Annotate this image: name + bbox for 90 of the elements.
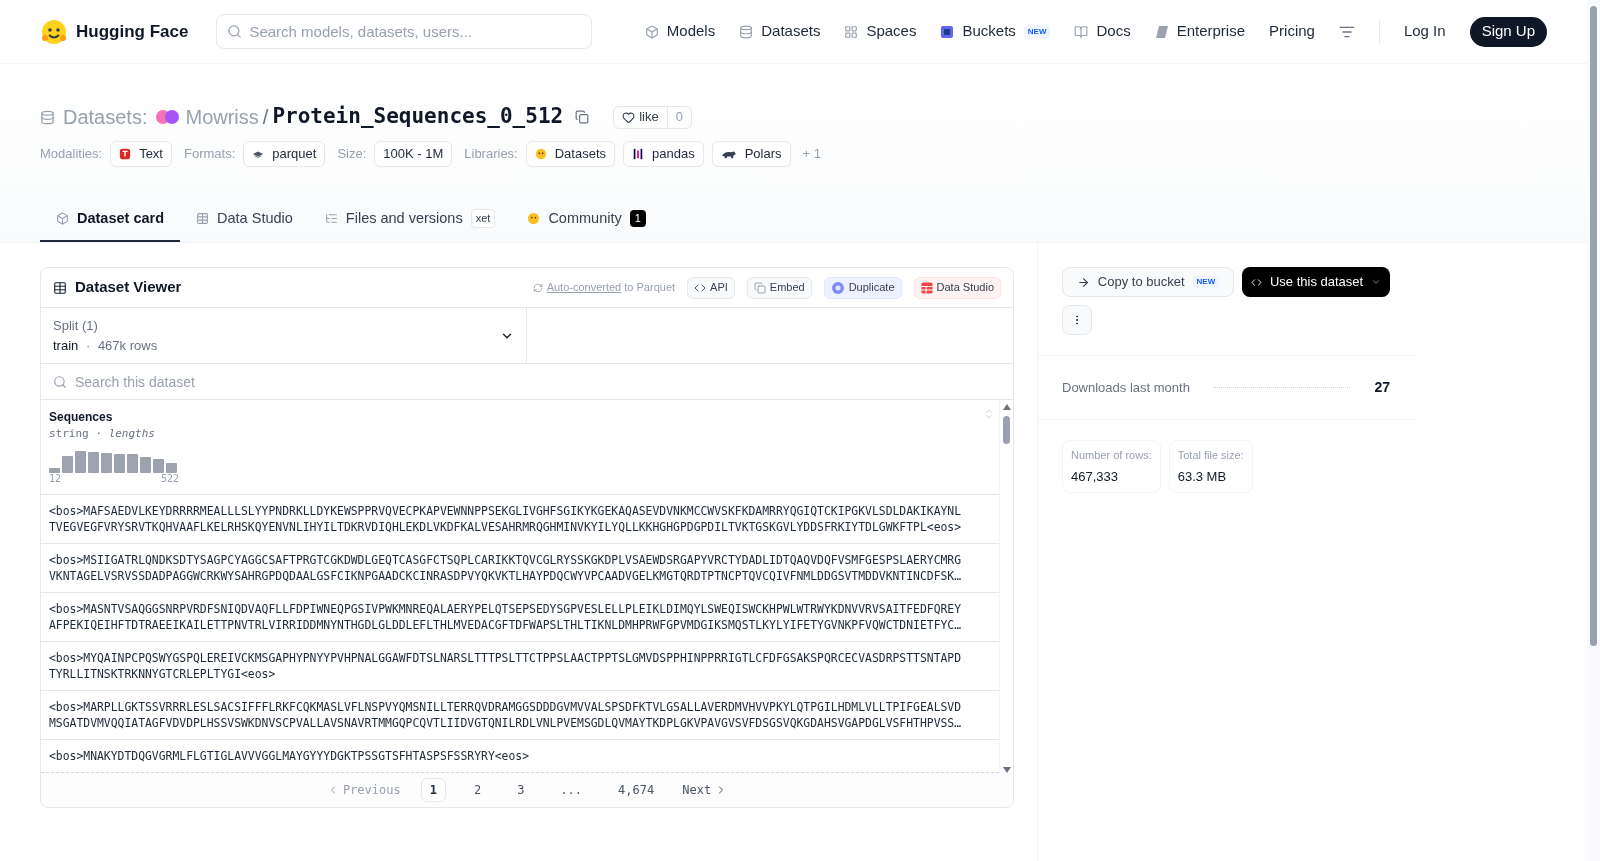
title-prefix: Datasets:: [63, 105, 148, 130]
viewer-action-button[interactable]: API: [687, 276, 735, 299]
like-button[interactable]: like: [614, 107, 667, 127]
bars-icon: [632, 148, 645, 160]
cube-icon: [56, 212, 69, 225]
histogram-min: 12: [49, 472, 62, 485]
downloads-label: Downloads last month: [1062, 378, 1190, 397]
table-icon: [920, 281, 933, 294]
list-icon: [324, 212, 338, 225]
scroll-thumb[interactable]: [1003, 416, 1010, 444]
nav-link[interactable]: Spaces: [844, 20, 917, 43]
avatar-icon: [155, 109, 182, 125]
database-icon: [739, 24, 754, 39]
tag-group-label: Formats:: [184, 145, 236, 164]
heart-icon: [622, 110, 636, 124]
tag[interactable]: pandas: [623, 141, 704, 167]
signup-button[interactable]: Sign Up: [1469, 16, 1547, 47]
cube-icon: [644, 24, 659, 39]
database-icon: [40, 109, 55, 125]
arrow-icon: [1076, 275, 1090, 289]
like-count: 0: [666, 107, 691, 127]
nav-link[interactable]: Buckets NEW: [940, 20, 1051, 43]
stat-card: Total file size: 63.3 MB: [1168, 440, 1253, 493]
copy-icon: [753, 281, 766, 294]
table-icon: [53, 280, 67, 295]
use-dataset-button[interactable]: Use this dataset: [1242, 267, 1390, 297]
path-separator: /: [262, 105, 269, 130]
split-dropdown[interactable]: Split (1) train · 467k rows: [41, 308, 527, 363]
search-icon: [53, 375, 67, 389]
tag[interactable]: 100K - 1M: [374, 141, 453, 167]
tag[interactable]: Datasets: [525, 141, 616, 167]
tab[interactable]: Data Studio: [180, 197, 309, 242]
page-link[interactable]: 3: [509, 779, 533, 801]
nav-link[interactable]: Pricing: [1269, 20, 1315, 43]
nav-link[interactable]: Datasets: [739, 20, 821, 43]
smiley-logo-icon: [40, 17, 68, 46]
tag-group-label: Size:: [337, 145, 367, 164]
smiley-icon: [534, 148, 547, 160]
page-link[interactable]: 2: [465, 779, 490, 801]
book-icon: [1074, 24, 1089, 39]
table-cell: <bos>MYQAINPCPQSWYGSPQLEREIVCKMSGAPHYPNYYPVHPNALGGAWFDTSLNARSLTTTPSLTTCTPPSLAACTPPTSLGMVDSPPHINPPRRIGTLCFDFGSAKSPQRCECVASDRPSTTSNTAPD TYRLLITNSKTRKNNYGTCRLEPLTYGI<eos>: [41, 642, 999, 691]
column-name: Sequences: [49, 409, 113, 426]
table-cell: <bos>MARPLLGKTSSVRRRLESLSACSIFFFLRKFCQKMASLVFLNSPVYQMSNILLTERRQVDRAMGGSDDDGVMVVALSPSDFKTVLGSALLAVERDMVHVVPKYLQTPGILHDMLVLLTPIFGEALSVD MSGATDVMVQQIATAGFVDVDPLHSSVSWKDNVSCPVALLAVSNAVRTMMGQPCQVTLIIDVGTQNILRDLVNLPVEMSGDLQVMAYTKDPLGKVPAVGVSVFDSGSVQKGDAHSVGAPDGLVSFHTHPVSS…: [41, 691, 999, 740]
histogram-max: 522: [160, 472, 179, 485]
viewer-action-button[interactable]: Duplicate: [823, 276, 902, 299]
tag-group-label: Libraries:: [464, 145, 518, 164]
caret-icon: [1371, 277, 1382, 287]
circle-icon: [830, 280, 845, 295]
next-link[interactable]: Next: [682, 781, 728, 799]
scroll-up-icon[interactable]: [1002, 404, 1011, 410]
tag[interactable]: Polars: [711, 141, 791, 167]
code-icon: [1250, 276, 1262, 288]
copy-to-bucket-button[interactable]: Copy to bucket NEW: [1062, 267, 1235, 297]
text-icon: [119, 148, 132, 160]
table-icon: [196, 212, 210, 225]
page-link[interactable]: 4,674: [610, 779, 663, 801]
login-link[interactable]: Log In: [1403, 20, 1446, 43]
stat-card: Number of rows: 467,333: [1062, 440, 1161, 493]
table-cell: <bos>MASNTVSAQGGSNRPVRDFSNIQDVAQFLLFDPIWNEQPGSIVPWKMNREQALAERYPELQTSEPSEDYSGPVESLELLPLEIKLDIMQYLSWEQISWCKHPWLWTRWYKDNVVRVSAITFEDFQREY AFPEKIQEIHFTDTRAEEIKAILETTPNVTRLVIRRIDDMNYNTHGDLGLDDLEFLTHLMVEDACGFTDFWAPSLTHLTIKNLDMHPRWFGPVMDGIKSMQSTLKYLYIFETYGVNKPFVQWCTDNIETFYC…: [41, 593, 999, 642]
smiley-icon: [527, 212, 541, 225]
table-cell: <bos>MAFSAEDVLKEYDRRRRMEALLLSLYYPNDRKLLDYKEWSPPRVQVECPKAPVEWNNPPSEKGLIVGHFSGIKYKGEKAQASEVDVNKMCCWVSKFKDAMRRYQGIQTCKIPGKVLSDLDAKIKAYNL TVEGVEGFVRYSRVTKQHVAAFLKELRHSKQYENVNLIHYILTDKRVDIQHLEKDLVKDFKALVESAHRMRQGHMINVKYILYQLLKKHGHGPDGPDILTVKTGSKGVLYDDSFRKIYTDLGWKFTPL<eos>: [41, 495, 999, 544]
search-field[interactable]: Search models, datasets, users...: [216, 14, 593, 49]
tab[interactable]: Dataset card: [40, 197, 181, 242]
tag-group-label: Modalities:: [40, 145, 103, 164]
dataset-search-field[interactable]: Search this dataset: [41, 364, 1013, 400]
page-link[interactable]: 1: [420, 778, 446, 802]
tag[interactable]: parquet: [243, 141, 326, 167]
brand-name[interactable]: Hugging Face: [76, 18, 189, 45]
tab[interactable]: Files and versions xet: [308, 197, 512, 242]
refresh-icon: [532, 282, 543, 293]
downloads-value: 27: [1374, 378, 1390, 397]
viewer-action-button[interactable]: Data Studio: [913, 276, 1001, 299]
viewer-title: Dataset Viewer: [75, 277, 182, 298]
viewer-action-button[interactable]: Embed: [746, 276, 812, 299]
tag[interactable]: Text: [110, 141, 172, 167]
square-icon: [940, 24, 955, 39]
search-icon: [227, 24, 243, 39]
copy-icon[interactable]: [575, 110, 590, 124]
page-link[interactable]: ...: [552, 779, 591, 801]
grid-icon: [844, 24, 859, 39]
nav-link[interactable]: Docs: [1074, 20, 1131, 43]
page-scroll-thumb[interactable]: [1590, 6, 1597, 646]
table-cell: <bos>MNAKYDTDQGVGRMLFLGTIGLAVVVGGLMAYGYYYDGKTPSSGTSFHTASPSFSSRYRY<eos>: [41, 740, 999, 773]
nav-link[interactable]: Enterprise: [1154, 20, 1246, 43]
dataset-name: Protein_Sequences_0_512: [272, 103, 564, 131]
nav-link[interactable]: Models: [644, 20, 716, 43]
column-type: string · lengths: [49, 426, 156, 442]
table-cell: <bos>MSIIGATRLQNDKSDTYSAGPCYAGGCSAFTPRGTCGKDWDLGEQTCASGFCTSQPLCARIKKTQVCGLRYSSKGKDPLVSAEWDSRGAPYVRCTYDADLIDTQAQVDQFVSMFGESPSLAERYCMRG VKNTAGELVSRVSSDADPAGGWCRKWYSAHRGPDQDAALGSFCIKNPGAADCKCINRASDPVYQKVKTLHAYPDQCWYVPCAADVGELKMGTQRDTPTNCPTQVCQIVFNMLDDGSVTMDDVKNTINCDFSK…: [41, 544, 999, 593]
converted-note: Auto-converted to Parquet: [546, 280, 676, 296]
tab[interactable]: Community 1: [511, 197, 662, 242]
